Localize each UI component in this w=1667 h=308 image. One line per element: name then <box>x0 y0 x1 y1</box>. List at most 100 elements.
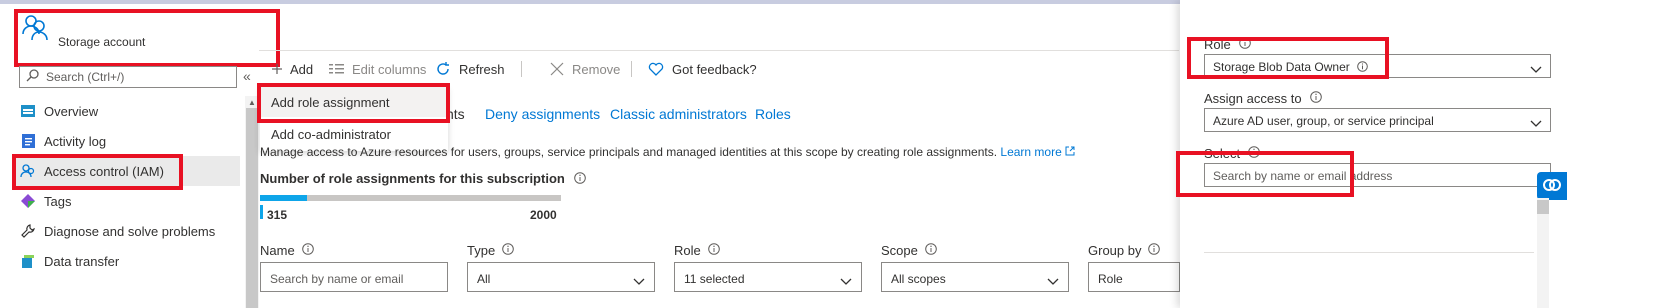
info-icon <box>925 243 937 258</box>
toolbar-separator <box>521 61 522 77</box>
chevron-down-icon <box>1530 116 1542 130</box>
info-icon <box>1248 146 1260 161</box>
link-icon <box>1542 176 1562 197</box>
external-link-icon <box>1065 145 1075 159</box>
name-filter-label: Name <box>260 243 314 258</box>
chevron-down-icon <box>840 274 852 288</box>
overview-icon <box>20 103 36 119</box>
chevron-down-icon <box>633 274 645 288</box>
role-label: Role <box>1204 37 1251 52</box>
header-divider <box>259 50 1179 51</box>
panel-scrollbar[interactable] <box>1537 198 1549 308</box>
select-search-input[interactable]: Search by name or email address <box>1204 163 1551 187</box>
assign-access-label: Assign access to <box>1204 91 1322 106</box>
toolbar-separator <box>631 61 632 77</box>
select-label-text: Select <box>1204 146 1241 161</box>
assignments-current: 315 <box>267 208 288 222</box>
info-icon <box>1238 37 1251 52</box>
scope-filter-value: All scopes <box>891 272 946 286</box>
search-icon <box>26 69 39 85</box>
sidebar-item-tags[interactable]: Tags <box>14 186 240 216</box>
close-icon <box>550 62 564 76</box>
type-filter-label: Type <box>467 243 514 258</box>
helper-widget-button[interactable] <box>1537 172 1567 200</box>
sidebar-scrollbar-thumb[interactable] <box>246 108 258 308</box>
tab-deny-assignments[interactable]: Deny assignments <box>485 106 600 122</box>
description-text: Manage access to Azure resources for use… <box>260 145 998 159</box>
tab-role-assignments-partial[interactable]: nts <box>446 106 465 122</box>
role-select-value: Storage Blob Data Owner <box>1213 60 1350 74</box>
name-filter-input[interactable]: Search by name or email <box>260 262 448 292</box>
select-label: Select <box>1204 146 1260 161</box>
columns-icon <box>329 64 344 74</box>
panel-scrollbar-thumb[interactable] <box>1537 200 1549 214</box>
refresh-label: Refresh <box>459 61 505 77</box>
sidebar-item-data-transfer[interactable]: Data transfer <box>14 246 240 276</box>
assignments-max: 2000 <box>530 208 557 222</box>
feedback-label: Got feedback? <box>672 61 757 77</box>
sidebar-item-overview[interactable]: Overview <box>14 96 240 126</box>
chevron-down-icon <box>1530 62 1542 76</box>
edit-columns-button[interactable]: Edit columns <box>329 61 426 77</box>
add-button[interactable]: Add <box>272 61 313 77</box>
role-label-text: Role <box>1204 37 1231 52</box>
add-label: Add <box>290 61 314 77</box>
sidebar-item-label: Tags <box>44 193 72 209</box>
role-filter-value: 11 selected <box>684 272 745 286</box>
remove-label: Remove <box>572 61 621 77</box>
description: Manage access to Azure resources for use… <box>260 145 1075 159</box>
role-filter-label: Role <box>674 243 720 258</box>
type-filter-label-text: Type <box>467 243 496 258</box>
refresh-button[interactable]: Refresh <box>435 61 505 77</box>
info-icon <box>1148 243 1161 258</box>
type-filter-select[interactable]: All <box>467 262 655 292</box>
sidebar-item-label: Access control (IAM) <box>44 163 164 179</box>
sidebar-search-placeholder: Search (Ctrl+/) <box>46 70 125 84</box>
remove-button[interactable]: Remove <box>550 61 620 77</box>
plus-icon <box>272 64 282 74</box>
sidebar-item-label: Activity log <box>44 133 107 149</box>
add-dropdown-menu: Add role assignment Add co-administrator <box>260 87 448 151</box>
collapse-sidebar-button[interactable]: « <box>243 68 251 84</box>
assign-access-label-text: Assign access to <box>1204 91 1302 106</box>
sidebar-item-label: Data transfer <box>44 253 120 269</box>
group-by-label: Group by <box>1088 243 1161 258</box>
info-icon <box>1309 91 1322 106</box>
sidebar-item-label: Overview <box>44 103 99 119</box>
role-filter-label-text: Role <box>674 243 701 258</box>
name-filter-label-text: Name <box>260 243 295 258</box>
role-filter-select[interactable]: 11 selected <box>674 262 862 292</box>
sidebar-item-access-control[interactable]: Access control (IAM) <box>14 156 240 186</box>
chevron-down-icon <box>1047 274 1059 288</box>
resource-type-label: Storage account <box>58 35 146 49</box>
tab-classic-administrators[interactable]: Classic administrators <box>610 106 747 122</box>
menu-item-add-role-assignment[interactable]: Add role assignment <box>260 87 448 117</box>
group-by-select[interactable]: Role <box>1088 262 1180 292</box>
activity-log-icon <box>20 133 36 149</box>
data-transfer-icon <box>20 253 36 269</box>
assign-access-select[interactable]: Azure AD user, group, or service princip… <box>1204 108 1551 132</box>
tag-icon <box>20 193 36 209</box>
sidebar-item-activity-log[interactable]: Activity log <box>14 126 240 156</box>
scroll-up-icon[interactable]: ▲ <box>248 98 256 107</box>
wrench-icon <box>20 223 36 239</box>
tab-roles[interactable]: Roles <box>755 106 791 122</box>
role-select[interactable]: Storage Blob Data Owner <box>1204 54 1551 78</box>
iam-icon <box>20 163 36 179</box>
page-background-right <box>1570 0 1667 308</box>
learn-more-link[interactable]: Learn more <box>1000 145 1061 159</box>
sidebar-item-label: Diagnose and solve problems <box>44 223 216 239</box>
info-icon <box>301 243 314 258</box>
info-icon <box>707 243 720 258</box>
feedback-button[interactable]: Got feedback? <box>648 61 757 77</box>
sidebar-item-diagnose[interactable]: Diagnose and solve problems <box>14 216 240 246</box>
users-icon <box>22 14 48 43</box>
info-icon <box>1357 61 1368 75</box>
assignments-progress-fill <box>260 195 307 201</box>
assign-access-value: Azure AD user, group, or service princip… <box>1213 114 1434 128</box>
assignments-title-text: Number of role assignments for this subs… <box>260 171 565 186</box>
heart-icon <box>648 62 664 76</box>
scope-filter-label-text: Scope <box>881 243 918 258</box>
scope-filter-select[interactable]: All scopes <box>881 262 1069 292</box>
type-filter-value: All <box>477 272 491 286</box>
